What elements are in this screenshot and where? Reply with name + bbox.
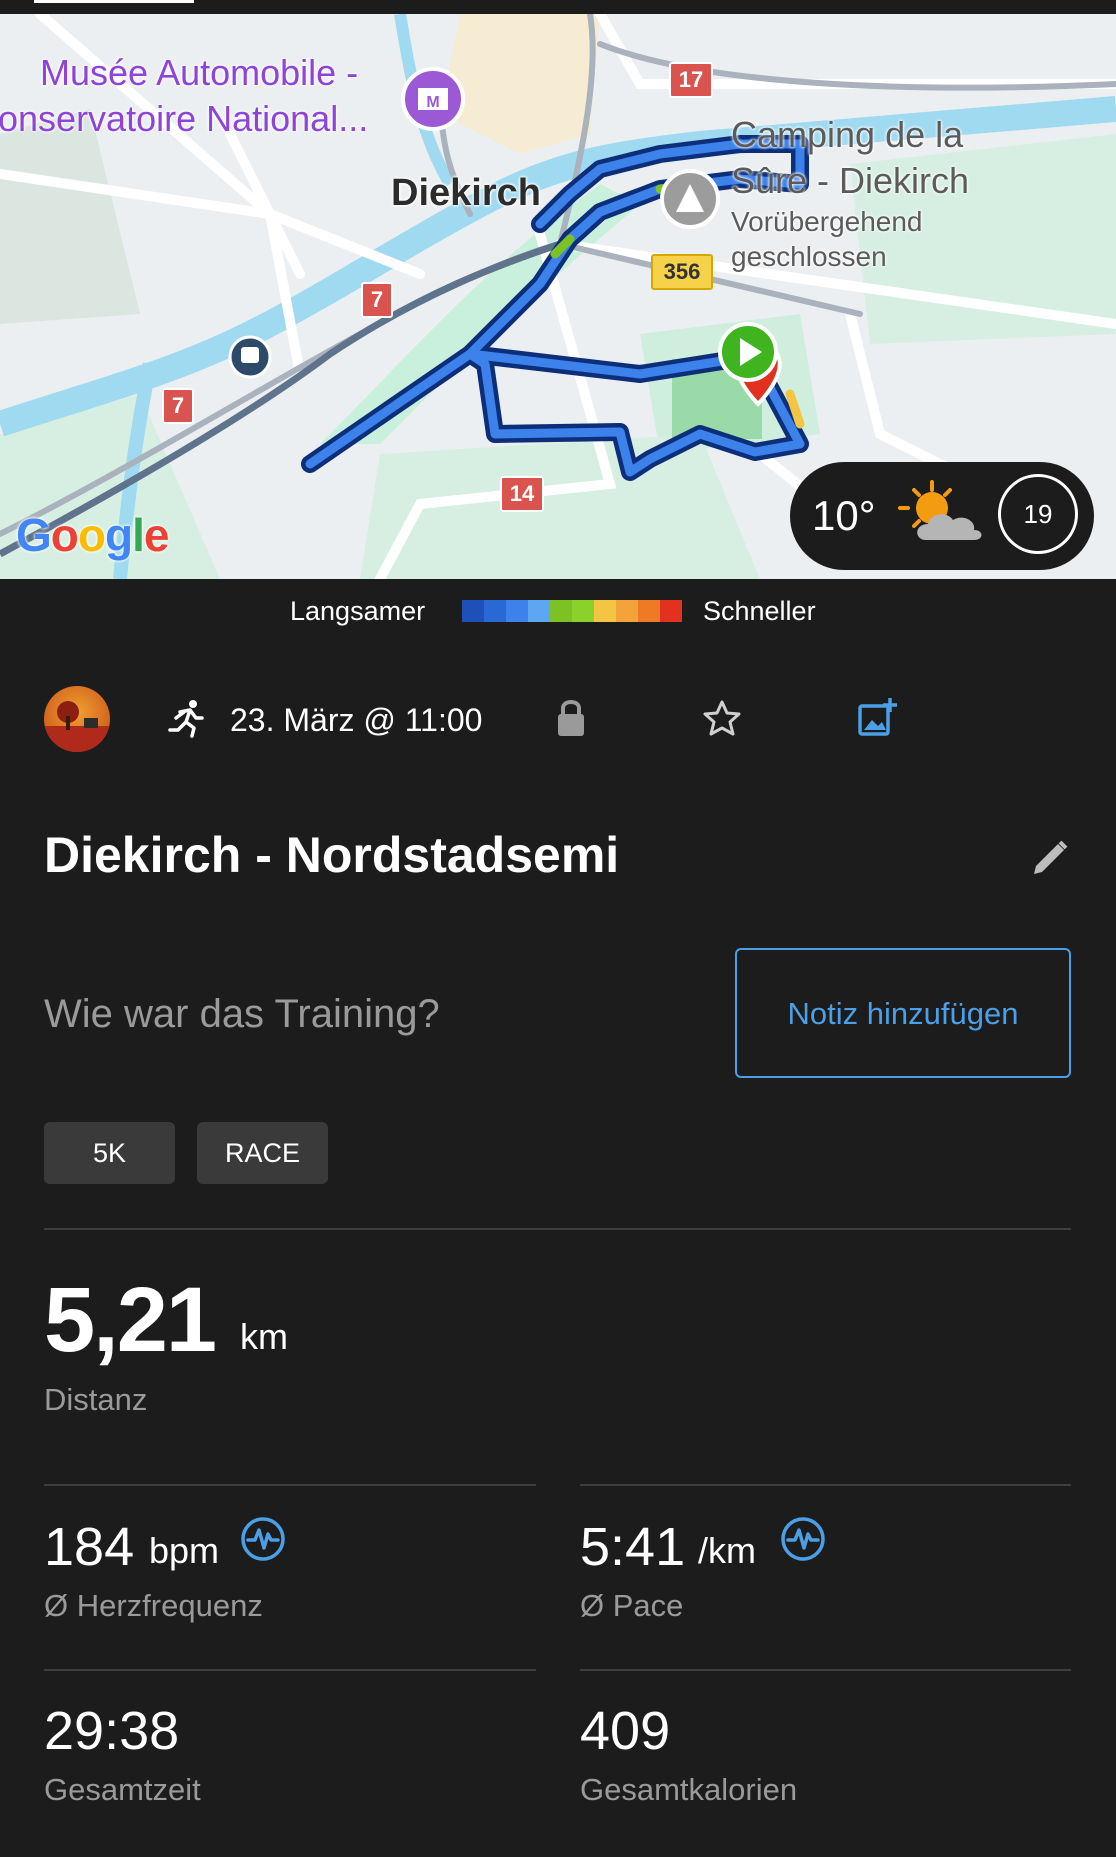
calories-value: 409 [580,1701,671,1761]
legend-slower-label: Langsamer [290,596,426,626]
tag-5k[interactable]: 5K [44,1122,175,1184]
pulse-icon[interactable] [240,1516,286,1562]
camping-pin-icon [660,169,720,229]
poi-camping-label[interactable]: Camping de la Sûre - Diekirch [731,112,969,204]
legend-color-swatch [506,600,528,622]
divider [44,1669,536,1671]
legend-faster-label: Schneller [703,596,816,626]
legend-color-swatch [594,600,616,622]
lock-icon[interactable] [554,698,588,738]
heart-rate-unit: bpm [149,1530,220,1571]
tag-race[interactable]: RACE [197,1122,328,1184]
start-pin-icon [718,322,778,382]
heart-rate-label: Ø Herzfrequenz [44,1588,263,1623]
avatar[interactable] [44,686,110,752]
pace-value: 5:41 [580,1517,686,1577]
poi-museum-label[interactable]: Musée Automobile - onservatoire National… [0,50,368,142]
partly-sunny-icon [898,480,982,540]
total-time-value: 29:38 [44,1701,180,1761]
pace-legend: Langsamer Schneller [0,592,1116,632]
legend-color-bar [462,600,682,622]
legend-color-swatch [462,600,484,622]
legend-color-swatch [572,600,594,622]
museum-pin-icon: M [401,67,465,131]
timer-icon: 19 [998,474,1078,554]
road-badge: 17 [669,62,713,98]
google-logo: Google [16,509,169,561]
training-note-prompt: Wie war das Training? [44,992,440,1036]
divider [44,1228,1071,1230]
pulse-icon[interactable] [780,1516,826,1562]
running-icon [168,700,204,738]
poi-camping-status: Vorübergehend geschlossen [731,206,923,272]
top-bar [0,0,1116,14]
pace-label: Ø Pace [580,1588,684,1623]
add-note-button[interactable]: Notiz hinzufügen [735,948,1071,1078]
train-station-icon [228,335,272,379]
divider [580,1669,1071,1671]
weather-temperature: 10° [812,492,876,539]
activity-title: Diekirch - Nordstadsemi [44,827,620,883]
pace-unit: /km [698,1530,756,1571]
edit-pencil-icon[interactable] [1030,838,1070,878]
legend-color-swatch [638,600,660,622]
road-badge: 14 [500,476,544,512]
town-label: Diekirch [391,172,541,214]
calories-label: Gesamtkalorien [580,1772,798,1807]
route-map[interactable]: M Musée Automobile - onservatoire Nation… [0,14,1116,579]
road-badge: 7 [162,388,194,424]
weather-badge: 10° 19 [790,462,1094,570]
legend-color-swatch [660,600,682,622]
add-photo-icon[interactable] [856,696,900,740]
svg-text:M: M [426,94,439,111]
distance-label: Distanz [44,1382,148,1417]
activity-date: 23. März @ 11:00 [230,702,483,738]
legend-color-swatch [528,600,550,622]
active-tab-indicator [34,0,194,3]
legend-color-swatch [616,600,638,622]
distance-value: 5,21 [44,1269,217,1371]
activity-meta-row: 23. März @ 11:00 [0,680,1116,760]
divider [44,1484,536,1486]
weather-timer-value: 19 [1023,499,1053,529]
legend-color-swatch [550,600,572,622]
road-badge: 356 [651,254,713,290]
total-time-label: Gesamtzeit [44,1772,201,1807]
star-icon[interactable] [702,698,742,738]
road-badge: 7 [361,282,393,318]
heart-rate-value: 184 [44,1517,135,1577]
divider [580,1484,1071,1486]
legend-color-swatch [484,600,506,622]
distance-unit: km [240,1316,288,1357]
